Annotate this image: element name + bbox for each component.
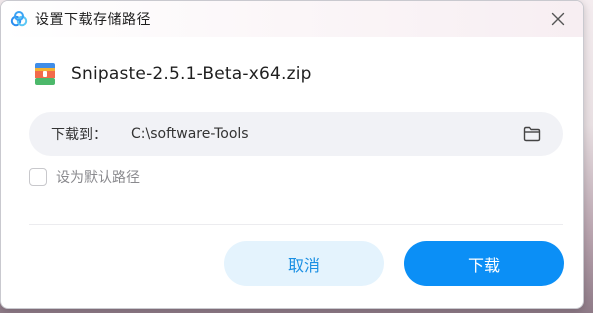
title-bar: 设置下载存储路径 [1, 1, 583, 37]
browse-folder-button[interactable] [521, 123, 543, 145]
cancel-button[interactable]: 取消 [224, 241, 384, 286]
download-path-field[interactable]: 下载到： C:\software-Tools [29, 112, 563, 156]
file-name: Snipaste-2.5.1-Beta-x64.zip [71, 64, 312, 84]
save-path-dialog: 设置下载存储路径 Snipaste-2.5.1-Beta-x64.zip 下载到… [0, 0, 584, 309]
set-default-label: 设为默认路径 [56, 170, 140, 186]
close-icon [551, 12, 565, 26]
folder-icon [523, 126, 541, 142]
divider [29, 224, 563, 225]
window-title: 设置下载存储路径 [35, 12, 151, 28]
download-button[interactable]: 下载 [404, 241, 564, 286]
baidu-netdisk-cloud-icon [10, 10, 28, 28]
download-path-value: C:\software-Tools [131, 126, 249, 142]
zip-archive-icon [35, 63, 55, 85]
close-button[interactable] [547, 8, 569, 30]
set-default-checkbox[interactable] [29, 168, 47, 186]
file-info: Snipaste-2.5.1-Beta-x64.zip [35, 63, 312, 85]
download-path-label: 下载到： [51, 127, 107, 143]
set-default-path-option[interactable]: 设为默认路径 [29, 167, 140, 187]
